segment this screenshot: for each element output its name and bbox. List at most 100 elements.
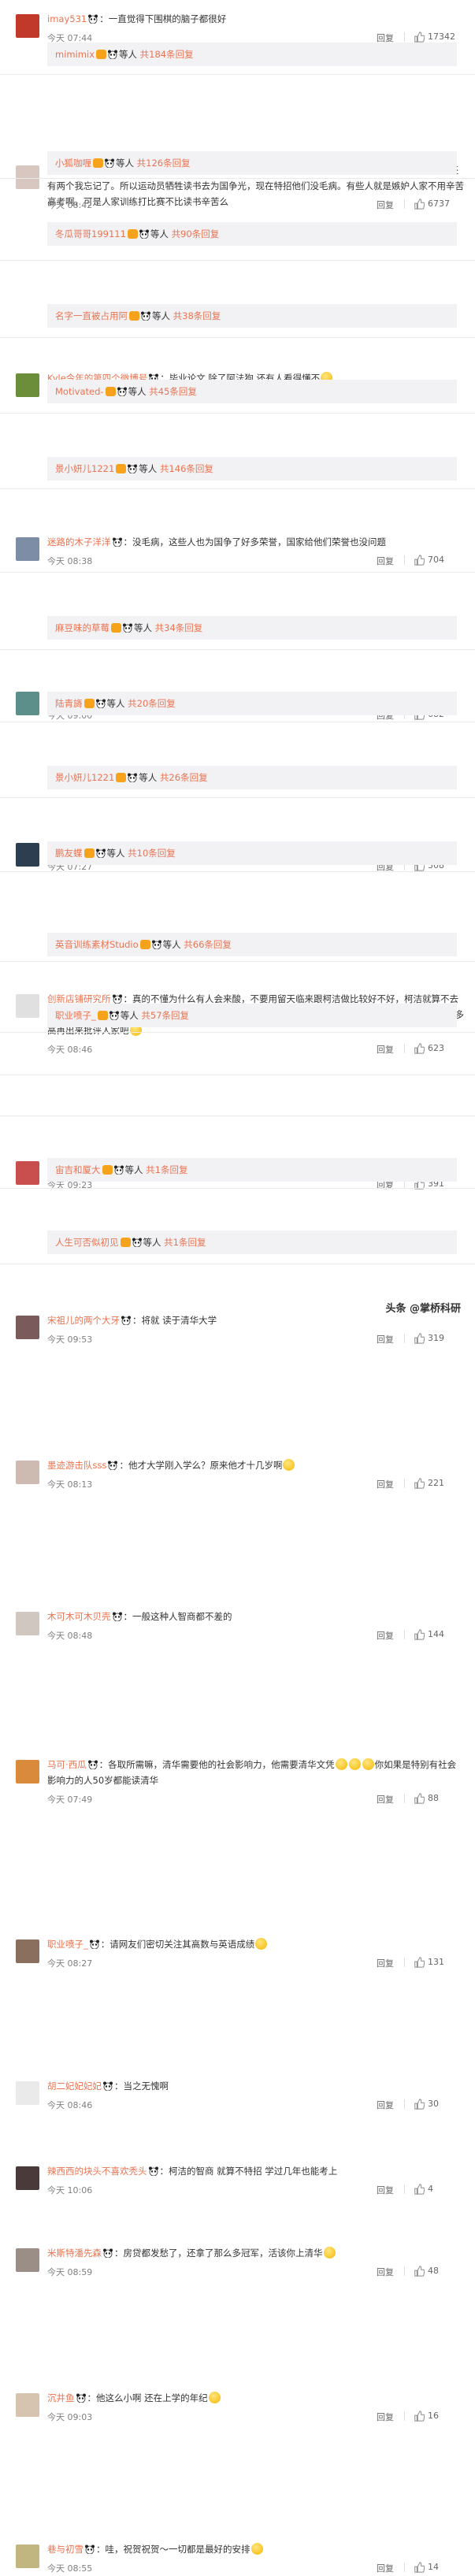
avatar[interactable]	[16, 1939, 39, 1963]
sub-replies-box[interactable]: Motivated- 等人 共45条回复	[47, 380, 457, 403]
avatar[interactable]	[16, 2248, 39, 2272]
avatar[interactable]	[16, 373, 39, 397]
reply-count-link[interactable]: 共20条回复	[128, 698, 176, 709]
reply-button[interactable]: 回复	[377, 555, 394, 567]
reply-button[interactable]: 回复	[377, 1957, 394, 1969]
sub-replies-box[interactable]: 宙吉和厦大 等人 共1条回复	[47, 1158, 457, 1182]
reply-count-link[interactable]: 共126条回复	[137, 158, 191, 169]
avatar[interactable]	[16, 1316, 39, 1339]
comment-username[interactable]: 木可木可木贝壳	[47, 1611, 111, 1622]
sub-reply-username[interactable]: 名字一直被占用阿	[55, 310, 128, 321]
sub-replies-box[interactable]: mimimix 等人 共184条回复	[47, 43, 457, 66]
avatar[interactable]	[16, 1161, 39, 1185]
reply-count-link[interactable]: 共1条回复	[164, 1237, 206, 1248]
avatar[interactable]	[16, 2166, 39, 2190]
reply-count-link[interactable]: 共90条回复	[172, 228, 220, 239]
comment-username[interactable]: 宋祖儿的两个大牙	[47, 1315, 120, 1326]
sub-replies-box[interactable]: 名字一直被占用阿 等人 共38条回复	[47, 304, 457, 328]
comment-username[interactable]: 马可·西瓜	[47, 1759, 87, 1770]
like-icon[interactable]	[414, 1956, 425, 1968]
sub-replies-box[interactable]: 景小妍儿1221 等人 共26条回复	[47, 766, 457, 789]
sub-replies-box[interactable]: 陆青旖 等人 共20条回复	[47, 692, 457, 715]
comment-username[interactable]: 墨迹游击队sss	[47, 1460, 106, 1471]
like-icon[interactable]	[414, 2098, 425, 2110]
like-icon[interactable]	[414, 1042, 425, 1054]
reply-count-link[interactable]: 共10条回复	[128, 848, 176, 859]
sub-replies-box[interactable]: 景小妍儿1221 等人 共146条回复	[47, 457, 457, 481]
like-icon[interactable]	[414, 198, 425, 210]
comment-username[interactable]: 辣西西的块头不喜欢秃头	[47, 2166, 147, 2177]
sub-replies-box[interactable]: 冬瓜哥哥199111 等人 共90条回复	[47, 222, 457, 246]
reply-count-link[interactable]: 共45条回复	[149, 386, 197, 397]
avatar[interactable]	[16, 1461, 39, 1484]
reply-button[interactable]: 回复	[377, 1043, 394, 1056]
sub-replies-box[interactable]: 小狐咖喱 等人 共126条回复	[47, 151, 457, 175]
like-icon[interactable]	[414, 2265, 425, 2277]
sub-reply-username[interactable]: 景小妍儿1221	[55, 463, 114, 474]
reply-count-link[interactable]: 共66条回复	[184, 939, 232, 950]
reply-count-link[interactable]: 共34条回复	[155, 622, 203, 633]
sub-reply-username[interactable]: 景小妍儿1221	[55, 772, 114, 783]
reply-button[interactable]: 回复	[377, 2562, 394, 2574]
reply-button[interactable]: 回复	[377, 1333, 394, 1346]
reply-button[interactable]: 回复	[377, 2184, 394, 2196]
sub-reply-username[interactable]: 职业喷子_	[55, 1010, 96, 1021]
sub-reply-username[interactable]: Motivated-	[55, 386, 104, 397]
reply-count-link[interactable]: 共184条回复	[140, 49, 194, 60]
reply-count-link[interactable]: 共38条回复	[173, 310, 221, 321]
like-icon[interactable]	[414, 1477, 425, 1489]
sub-reply-username[interactable]: 人生可否似初见	[55, 1237, 119, 1248]
reply-button[interactable]: 回复	[377, 199, 394, 211]
reply-count-link[interactable]: 共57条回复	[141, 1010, 189, 1021]
sub-reply-username[interactable]: 麻豆味的草莓	[55, 622, 109, 633]
avatar[interactable]	[16, 2081, 39, 2105]
avatar[interactable]	[16, 2544, 39, 2568]
sub-reply-username[interactable]: 小狐咖喱	[55, 158, 91, 169]
sub-reply-username[interactable]: 冬瓜哥哥199111	[55, 228, 126, 239]
reply-button[interactable]: 回复	[377, 1793, 394, 1806]
comment-username[interactable]: 职业喷子_	[47, 1939, 88, 1950]
reply-button[interactable]: 回复	[377, 1629, 394, 1642]
sub-replies-box[interactable]: 鹏友蝶 等人 共10条回复	[47, 841, 457, 865]
sub-reply-username[interactable]: 陆青旖	[55, 698, 83, 709]
like-icon[interactable]	[414, 1628, 425, 1640]
reply-count-link[interactable]: 共1条回复	[146, 1164, 187, 1175]
avatar[interactable]	[16, 14, 39, 38]
like-icon[interactable]	[414, 2410, 425, 2422]
sub-reply-username[interactable]: 英音训练素材Studio	[55, 939, 139, 950]
avatar[interactable]	[16, 843, 39, 867]
like-icon[interactable]	[414, 554, 425, 566]
sub-replies-box[interactable]: 人生可否似初见 等人 共1条回复	[47, 1230, 457, 1254]
sub-reply-username[interactable]: mimimix	[55, 49, 95, 60]
avatar[interactable]	[16, 537, 39, 561]
reply-button[interactable]: 回复	[377, 2411, 394, 2423]
comment-username[interactable]: 巷与初雪	[47, 2544, 83, 2555]
comment-username[interactable]: imay531	[47, 13, 87, 24]
avatar[interactable]	[16, 1612, 39, 1635]
reply-count-link[interactable]: 共146条回复	[160, 463, 213, 474]
avatar[interactable]	[16, 692, 39, 715]
sub-reply-username[interactable]: 鹏友蝶	[55, 848, 83, 859]
like-icon[interactable]	[414, 31, 425, 43]
sub-replies-box[interactable]: 麻豆味的草莓 等人 共34条回复	[47, 616, 457, 640]
avatar[interactable]	[16, 1760, 39, 1784]
avatar[interactable]	[16, 994, 39, 1018]
comment-username[interactable]: 迷路的木子洋洋	[47, 536, 111, 547]
avatar[interactable]	[16, 165, 39, 189]
like-icon[interactable]	[414, 1792, 425, 1804]
avatar[interactable]	[16, 2393, 39, 2417]
like-icon[interactable]	[414, 2183, 425, 2195]
comment-username[interactable]: 创新店铺研究所	[47, 993, 111, 1004]
comment-username[interactable]: 胡二妃妃妃妃	[47, 2080, 102, 2092]
reply-button[interactable]: 回复	[377, 1478, 394, 1490]
sub-replies-box[interactable]: 职业喷子_ 等人 共57条回复	[47, 1004, 457, 1027]
sub-reply-username[interactable]: 宙吉和厦大	[55, 1164, 101, 1175]
reply-count-link[interactable]: 共26条回复	[160, 772, 208, 783]
like-icon[interactable]	[414, 2561, 425, 2573]
like-icon[interactable]	[414, 1332, 425, 1344]
comment-username[interactable]: 米斯特潘先森	[47, 2248, 102, 2259]
reply-button[interactable]: 回复	[377, 2266, 394, 2278]
comment-username[interactable]: 沉井鱼	[47, 2392, 75, 2403]
sub-replies-box[interactable]: 英音训练素材Studio 等人 共66条回复	[47, 933, 457, 956]
reply-button[interactable]: 回复	[377, 2099, 394, 2111]
